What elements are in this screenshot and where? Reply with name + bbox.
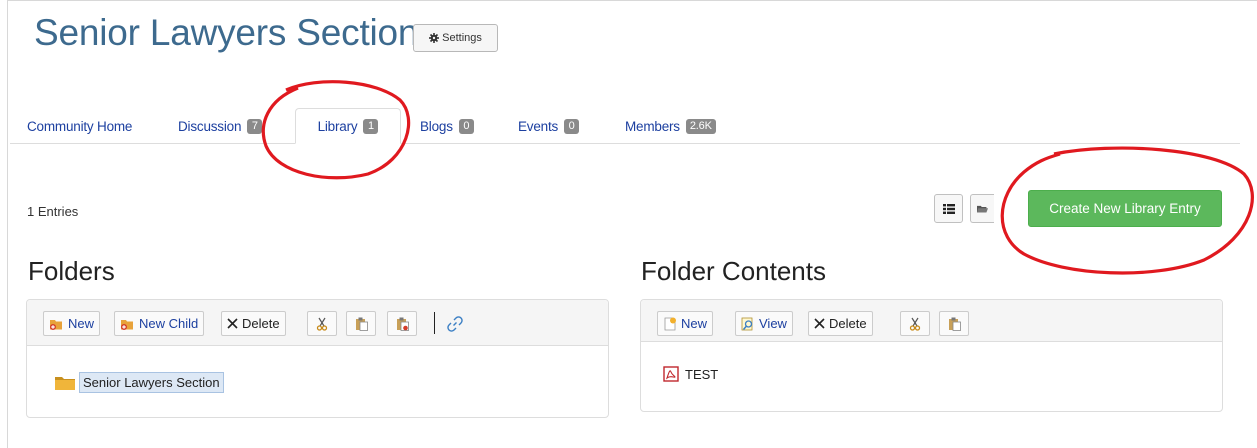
folder-view-button[interactable] (970, 194, 994, 223)
count-badge: 1 (363, 118, 379, 134)
new-child-folder-label: New Child (139, 316, 199, 331)
paste-icon (355, 317, 368, 331)
count-badge: 0 (458, 118, 474, 134)
new-folder-button[interactable]: New (43, 311, 101, 336)
paste-special-folder-button[interactable] (387, 311, 417, 336)
pdf-icon (663, 366, 679, 382)
delete-icon (814, 318, 825, 329)
tab-label: Library (317, 118, 358, 134)
folder-contents-toolbar: New View Delete (641, 300, 1222, 342)
tab-discussion[interactable]: Discussion 7 (178, 108, 263, 144)
list-view-button[interactable] (934, 194, 963, 223)
paste-entry-button[interactable] (939, 311, 969, 336)
tab-events[interactable]: Events 0 (518, 108, 580, 144)
tab-community-home[interactable]: Community Home (27, 108, 132, 144)
settings-button[interactable]: Settings (413, 24, 498, 52)
delete-folder-button[interactable]: Delete (221, 311, 286, 336)
tab-label: Members (625, 118, 680, 134)
tab-blogs[interactable]: Blogs 0 (420, 108, 474, 144)
link-folder-button[interactable] (447, 311, 463, 336)
delete-entry-button[interactable]: Delete (808, 311, 873, 336)
link-icon (447, 315, 463, 332)
view-entry-label: View (759, 316, 787, 331)
new-entry-button[interactable]: New (657, 311, 714, 336)
toolbar-separator (434, 312, 435, 334)
cut-entry-button[interactable] (900, 311, 930, 336)
folder-tree-item[interactable]: Senior Lawyers Section (55, 372, 224, 393)
scissors-icon (316, 317, 328, 331)
create-library-entry-button[interactable]: Create New Library Entry (1028, 190, 1222, 227)
paste-folder-button[interactable] (346, 311, 376, 336)
paste-icon (948, 317, 961, 331)
view-document-icon (741, 317, 753, 330)
new-folder-label: New (68, 316, 95, 331)
delete-entry-label: Delete (829, 316, 867, 331)
page-title: Senior Lawyers Section (34, 12, 419, 53)
settings-button-label: Settings (442, 32, 482, 44)
folder-contents-heading: Folder Contents (641, 256, 826, 286)
folder-contents-panel: New View Delete TEST (640, 299, 1223, 412)
list-view-icon (942, 203, 955, 214)
new-entry-label: New (681, 316, 708, 331)
folder-view-icon (977, 205, 988, 213)
tab-library[interactable]: Library 1 (295, 108, 401, 144)
new-child-folder-button[interactable]: New Child (114, 311, 205, 336)
count-badge: 7 (247, 118, 263, 134)
count-badge: 0 (564, 118, 580, 134)
tab-label: Events (518, 118, 559, 134)
tab-label: Community Home (27, 118, 133, 134)
new-document-icon (664, 317, 676, 330)
gear-icon (429, 33, 440, 43)
cut-folder-button[interactable] (307, 311, 337, 336)
entries-count: 1 Entries (27, 204, 79, 219)
folders-heading: Folders (28, 256, 115, 286)
library-entry-item[interactable]: TEST (663, 366, 718, 382)
scissors-icon (909, 317, 921, 331)
count-badge: 2.6K (685, 118, 716, 134)
paste-special-icon (396, 317, 409, 331)
folder-tree-item-label: Senior Lawyers Section (79, 372, 224, 393)
view-entry-button[interactable]: View (735, 311, 793, 336)
new-child-folder-icon (121, 319, 133, 330)
community-tabs: Community Home Discussion 7 Library 1 Bl… (10, 98, 1240, 144)
delete-icon (227, 318, 238, 329)
tab-members[interactable]: Members 2.6K (625, 108, 716, 144)
folders-panel: New New Child Delete Senior Lawyers Sect… (26, 299, 609, 418)
folder-icon (55, 376, 75, 390)
new-folder-icon (50, 319, 62, 330)
tab-label: Blogs (420, 118, 453, 134)
folders-toolbar: New New Child Delete (27, 300, 608, 346)
delete-folder-label: Delete (242, 316, 280, 331)
tab-label: Discussion (178, 118, 242, 134)
library-entry-label: TEST (685, 366, 719, 382)
